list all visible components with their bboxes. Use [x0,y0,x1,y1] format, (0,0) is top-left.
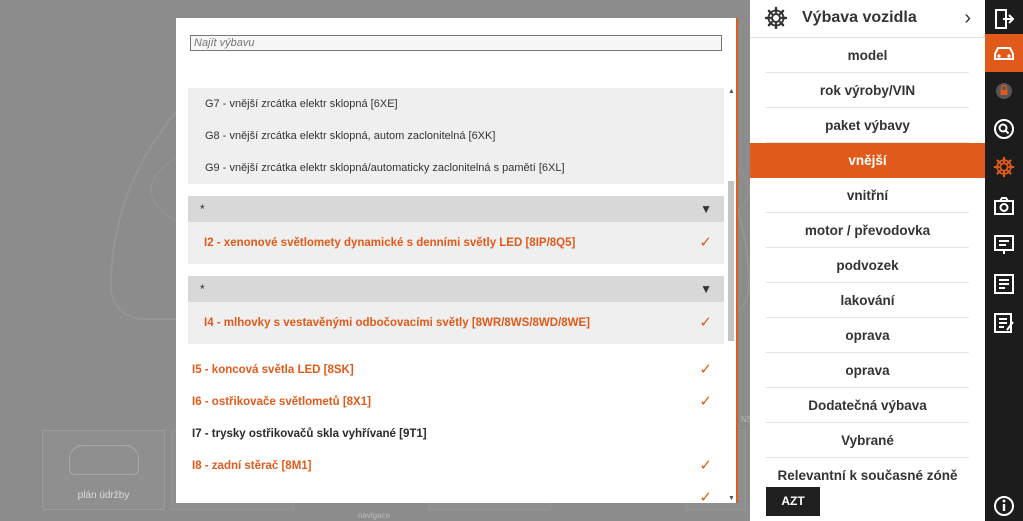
lock-icon [985,72,1023,110]
option-label: I8 - zadní stěrač [8M1] [192,460,312,472]
car-icon[interactable] [985,34,1023,72]
ns-label: NS [741,415,750,424]
list-item[interactable]: I8 - zadní stěrač [8M1] ✓ [188,450,724,482]
option-label: G7 - vnější zrcátka elektr sklopná [6XE] [205,98,398,110]
menu-item-selected[interactable]: Vybrané [750,423,985,458]
group-header[interactable]: * ▼ [188,196,724,222]
car-icon [69,445,139,475]
camera-icon[interactable] [985,187,1023,225]
gear-icon [764,6,788,30]
azt-button[interactable]: AZT [766,487,820,516]
list-item[interactable]: I7 - trysky ostřikovačů skla vyhřívané [… [188,418,724,450]
checklist-icon[interactable] [985,265,1023,303]
menu-item-label: model [847,48,888,63]
menu-item-label: oprava [845,328,890,343]
panel-title: Výbava vozidla [802,9,917,26]
panel-footer: AZT [750,485,985,521]
option-label: G9 - vnější zrcátka elektr sklopná/autom… [205,162,565,174]
menu-item-label: Vybrané [841,433,894,448]
panel-header[interactable]: Výbava vozidla › [750,0,985,38]
check-icon: ✓ [699,234,712,251]
check-icon: ✓ [699,489,712,502]
check-icon: ✓ [699,457,712,474]
scroll-up-icon[interactable]: ▲ [728,88,735,95]
menu-item-exterior[interactable]: vnější [750,143,985,178]
navigation-label: navigace [358,511,391,520]
presentation-icon[interactable] [985,226,1023,264]
group-header[interactable]: * ▼ [188,276,724,302]
menu-item-additional-equipment[interactable]: Dodatečná výbava [750,388,985,423]
menu-item-label: vnitřní [846,188,889,203]
dialog-accent-edge [736,18,738,503]
menu-item-repair-2[interactable]: oprava [750,353,985,388]
chevron-down-icon[interactable]: ▼ [700,196,712,222]
menu-item-paint[interactable]: lakování [750,283,985,318]
check-icon: ✓ [699,314,712,331]
option-label: I2 - xenonové světlomety dynamické s den… [204,237,576,249]
menu-item-equipment-package[interactable]: paket výbavy [750,108,985,143]
exit-icon[interactable] [985,0,1023,38]
scrollbar-thumb[interactable] [728,181,734,341]
selected-option[interactable]: I2 - xenonové světlomety dynamické s den… [188,222,724,264]
check-icon: ✓ [699,393,712,410]
menu-item-interior[interactable]: vnitřní [750,178,985,213]
chevron-right-icon[interactable]: › [964,0,971,36]
menu-item-label: podvozek [836,258,899,273]
search-icon[interactable] [985,110,1023,148]
menu-item-label: Dodatečná výbava [808,398,927,413]
option-label: I7 - trysky ostřikovačů skla vyhřívané [… [192,428,427,440]
menu-item-repair[interactable]: oprava [750,318,985,353]
maintenance-plan-tile[interactable]: plán údržby [42,430,165,510]
category-menu: model rok výroby/VIN paket výbavy vnější… [750,38,985,493]
gear-icon[interactable] [985,148,1023,186]
list-item[interactable]: G8 - vnější zrcátka elektr sklopná, auto… [188,120,724,152]
menu-item-label: Relevantní k současné zóně [777,468,958,483]
group-marker: * [200,202,205,216]
option-group-mirrors: G7 - vnější zrcátka elektr sklopná [6XE]… [188,88,724,184]
option-label: I5 - koncová světla LED [8SK] [192,364,354,376]
menu-item-label: rok výroby/VIN [819,83,916,98]
list-item[interactable]: I6 - ostřikovače světlometů [8X1] ✓ [188,386,724,418]
selected-option[interactable]: I4 - mlhovky s vestavěnými odbočovacími … [188,302,724,344]
menu-item-label: motor / převodovka [804,223,931,238]
group-marker: * [200,282,205,296]
scroll-down-icon[interactable]: ▼ [728,495,735,502]
menu-item-label: paket výbavy [825,118,910,133]
option-label: I6 - ostřikovače světlometů [8X1] [192,396,371,408]
vehicle-equipment-panel: Výbava vozidla › model rok výroby/VIN pa… [750,0,985,521]
menu-item-label: vnější [848,153,887,168]
menu-item-label: oprava [845,363,890,378]
list-item[interactable]: G7 - vnější zrcátka elektr sklopná [6XE] [188,88,724,120]
notes-icon[interactable] [985,304,1023,342]
scrollbar[interactable]: ▲ ▼ [726,88,736,502]
menu-item-engine-gearbox[interactable]: motor / převodovka [750,213,985,248]
maintenance-plan-label: plán údržby [77,490,130,501]
menu-item-label: lakování [840,293,895,308]
option-label: G8 - vnější zrcátka elektr sklopná, auto… [205,130,496,142]
list-item[interactable]: ✓ [188,482,724,502]
list-item[interactable]: I5 - koncová světla LED [8SK] ✓ [188,354,724,386]
search-input[interactable] [190,35,722,51]
menu-item-chassis[interactable]: podvozek [750,248,985,283]
info-icon[interactable] [985,487,1023,521]
check-icon: ✓ [699,361,712,378]
equipment-list: G7 - vnější zrcátka elektr sklopná [6XE]… [188,88,724,502]
chevron-down-icon[interactable]: ▼ [700,276,712,302]
list-item[interactable]: G9 - vnější zrcátka elektr sklopná/autom… [188,152,724,184]
icon-rail [985,0,1023,521]
equipment-dialog: G7 - vnější zrcátka elektr sklopná [6XE]… [176,18,738,503]
option-label: I4 - mlhovky s vestavěnými odbočovacími … [204,317,591,329]
menu-item-model[interactable]: model [750,38,985,73]
menu-item-year-vin[interactable]: rok výroby/VIN [750,73,985,108]
